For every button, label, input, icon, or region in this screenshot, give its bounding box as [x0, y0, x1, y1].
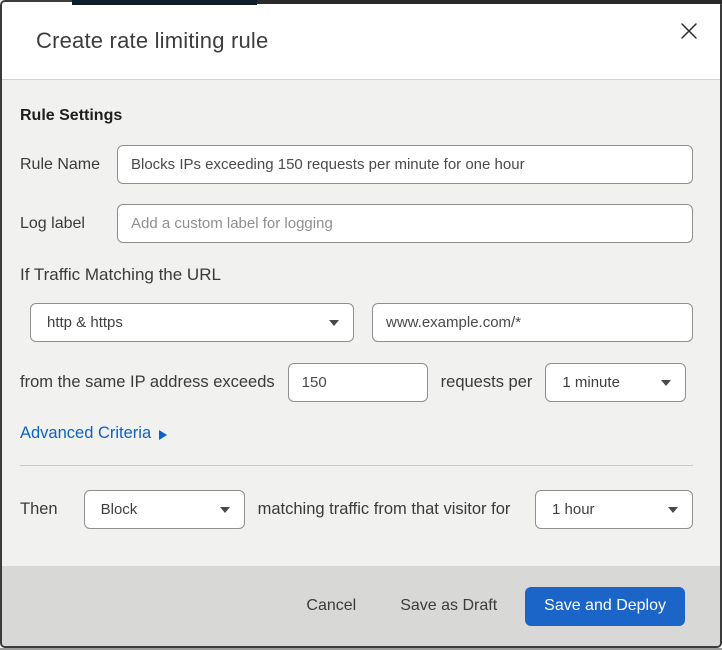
threshold-row: from the same IP address exceeds request…: [20, 363, 693, 402]
modal-footer: Cancel Save as Draft Save and Deploy: [2, 566, 720, 646]
log-label-label: Log label: [20, 214, 85, 232]
save-and-deploy-button[interactable]: Save and Deploy: [525, 586, 685, 626]
chevron-down-icon: [668, 506, 678, 513]
modal-body: Rule Settings Rule Name Log label If Tra…: [2, 79, 720, 566]
request-count-input[interactable]: [287, 363, 428, 402]
rule-name-row: Rule Name: [20, 145, 693, 184]
url-input[interactable]: [372, 303, 693, 342]
background-page-strip-navy: [72, 0, 257, 5]
chevron-right-icon: [159, 429, 168, 440]
duration-select[interactable]: 1 hour: [535, 490, 693, 529]
log-label-row: Log label: [20, 204, 693, 243]
background-page-strip-dark: [257, 0, 722, 4]
advanced-criteria-link[interactable]: Advanced Criteria: [20, 424, 168, 443]
action-select[interactable]: Block: [83, 490, 245, 529]
close-button[interactable]: [676, 18, 702, 44]
close-icon: [681, 23, 697, 39]
traffic-match-row: http & https: [30, 303, 693, 342]
then-row: Then Block matching traffic from that vi…: [20, 490, 693, 529]
modal-header: Create rate limiting rule: [2, 2, 720, 79]
chevron-down-icon: [219, 506, 230, 513]
rule-name-label: Rule Name: [20, 155, 101, 173]
modal-title: Create rate limiting rule: [36, 27, 269, 53]
then-label: Then: [20, 500, 58, 518]
advanced-criteria-label: Advanced Criteria: [20, 424, 152, 442]
period-select-value: 1 minute: [562, 374, 620, 391]
period-select[interactable]: 1 minute: [545, 363, 687, 402]
log-label-input[interactable]: [117, 204, 693, 243]
save-as-draft-button[interactable]: Save as Draft: [378, 589, 519, 623]
cancel-button[interactable]: Cancel: [284, 589, 378, 623]
rule-name-input[interactable]: [117, 145, 693, 184]
create-rate-limiting-rule-modal: Create rate limiting rule Rule Settings …: [0, 0, 722, 648]
rule-settings-heading: Rule Settings: [20, 107, 123, 124]
screen: Create rate limiting rule Rule Settings …: [0, 0, 722, 650]
traffic-match-heading: If Traffic Matching the URL: [20, 265, 221, 284]
threshold-middle-text: requests per: [440, 373, 533, 391]
scheme-select[interactable]: http & https: [30, 303, 354, 342]
threshold-prefix-text: from the same IP address exceeds: [20, 373, 275, 391]
section-divider: [20, 465, 693, 466]
chevron-down-icon: [329, 319, 339, 326]
chevron-down-icon: [661, 379, 672, 386]
scheme-select-value: http & https: [47, 314, 123, 331]
duration-select-value: 1 hour: [552, 501, 595, 518]
action-select-value: Block: [100, 501, 138, 518]
then-middle-text: matching traffic from that visitor for: [257, 500, 511, 518]
